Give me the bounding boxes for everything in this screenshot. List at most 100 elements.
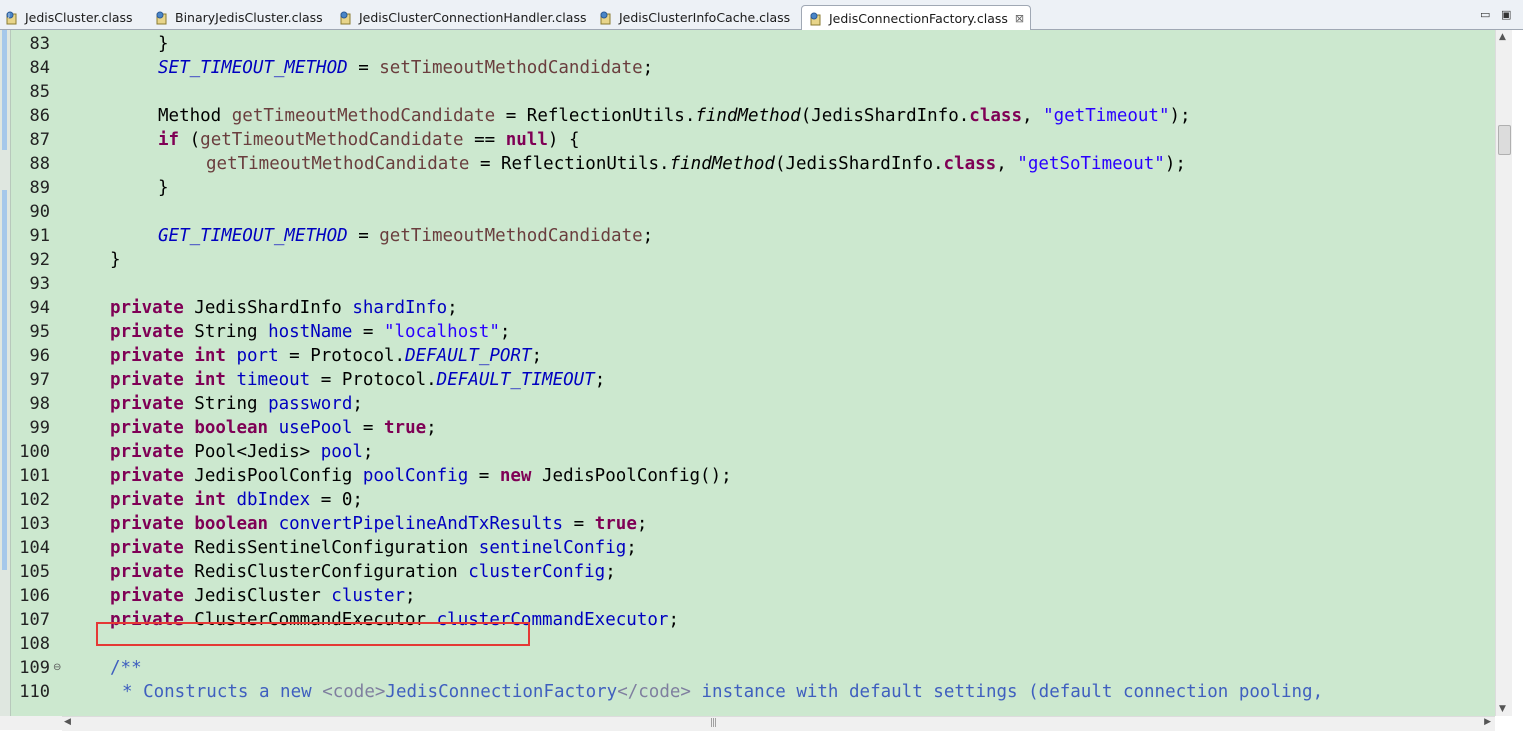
code-token: shardInfo (352, 298, 448, 318)
code-editor[interactable]: 83 84 85 86 87 88 89 90 91 92 93 94 95 96 97 98 99 100 101… (0, 30, 1495, 716)
code-token: Method (158, 106, 232, 126)
maximize-icon[interactable]: ▣ (1501, 8, 1511, 21)
tab-label: JedisClusterInfoCache.class (619, 10, 791, 25)
code-token: findMethod (669, 154, 775, 174)
scroll-left-icon[interactable]: ◀ (64, 717, 71, 727)
change-marker (2, 30, 7, 150)
code-line[interactable]: private int timeout = Protocol.DEFAULT_T… (110, 368, 605, 392)
code-token: JedisConnectionFactory (385, 682, 618, 702)
code-token: * Constructs a new (122, 682, 323, 702)
code-token: convertPipelineAndTxResults (278, 514, 564, 534)
code-token: hostName (268, 322, 353, 342)
code-line[interactable]: getTimeoutMethodCandidate = ReflectionUt… (206, 152, 1186, 176)
code-line[interactable]: private String password; (110, 392, 363, 416)
scroll-up-icon[interactable]: ▲ (1499, 32, 1506, 42)
code-line[interactable]: private boolean usePool = true; (110, 416, 437, 440)
code-token: class (943, 154, 997, 174)
line-number: 104 (19, 538, 50, 558)
code-line[interactable]: } (158, 176, 169, 200)
close-tab-icon[interactable]: ⊠ (1015, 12, 1024, 25)
line-number: 90 (29, 202, 50, 222)
code-token: private (110, 514, 184, 534)
code-line[interactable]: } (110, 248, 121, 272)
code-token: ; (426, 418, 437, 438)
code-token: ; (352, 394, 363, 414)
code-line[interactable]: if (getTimeoutMethodCandidate == null) { (158, 128, 579, 152)
scroll-right-icon[interactable]: ▶ (1484, 717, 1491, 727)
code-line[interactable]: private int port = Protocol.DEFAULT_PORT… (110, 344, 542, 368)
code-line[interactable]: private String hostName = "localhost"; (110, 320, 510, 344)
code-line[interactable]: * Constructs a new <code>JedisConnection… (122, 680, 1323, 704)
code-line[interactable]: SET_TIMEOUT_METHOD = setTimeoutMethodCan… (158, 56, 653, 80)
code-token: (JedisShardInfo. (774, 154, 944, 174)
code-token: cluster (331, 586, 406, 606)
code-token: RedisSentinelConfiguration (183, 538, 479, 558)
tab-jedisclusterconnectionhandler-class[interactable]: JedisClusterConnectionHandler.class (338, 5, 586, 30)
code-token: ; (636, 514, 648, 534)
code-token: boolean (194, 418, 269, 438)
tab-jedisclusterinfocache-class[interactable]: JedisClusterInfoCache.class (598, 5, 790, 30)
code-token: password (268, 394, 353, 414)
line-number: 101 (19, 466, 50, 486)
code-token: Pool<Jedis> (183, 442, 321, 462)
code-area[interactable]: } SET_TIMEOUT_METHOD = setTimeoutMethodCa… (62, 30, 1495, 716)
line-number: 102 (19, 490, 50, 510)
line-number: 97 (29, 370, 50, 390)
scroll-thumb[interactable] (1498, 125, 1511, 155)
code-line[interactable]: private boolean convertPipelineAndTxResu… (110, 512, 647, 536)
code-token: true (384, 418, 427, 438)
code-token: = 0; (310, 490, 363, 510)
code-token: if (158, 130, 180, 150)
code-token: ; (626, 538, 637, 558)
class-file-icon (156, 11, 167, 24)
code-token: String (183, 394, 269, 414)
code-token: = (347, 58, 380, 78)
code-token: } (158, 178, 169, 198)
tab-jediscluster-class[interactable]: J JedisCluster.class (4, 5, 133, 30)
vertical-scrollbar[interactable]: ▲ ▼ (1495, 30, 1512, 716)
scroll-down-icon[interactable]: ▼ (1499, 704, 1506, 714)
code-line[interactable]: } (158, 32, 169, 56)
code-line[interactable]: GET_TIMEOUT_METHOD = getTimeoutMethodCan… (158, 224, 653, 248)
scroll-corner (0, 716, 62, 730)
code-line[interactable]: private RedisClusterConfiguration cluste… (110, 560, 616, 584)
code-token: true (594, 514, 637, 534)
code-token: private (110, 490, 184, 510)
code-line[interactable]: /** (110, 656, 142, 680)
horizontal-scrollbar[interactable]: ◀ ||| ▶ (62, 716, 1495, 731)
class-file-icon (600, 11, 611, 24)
annotation-ruler (0, 30, 11, 716)
fold-toggle-icon[interactable]: ⊖ (53, 656, 61, 680)
line-number: 95 (29, 322, 50, 342)
line-number: 92 (29, 250, 50, 270)
code-token: private (110, 562, 184, 582)
code-token: ( (179, 130, 201, 150)
code-line[interactable]: private RedisSentinelConfiguration senti… (110, 536, 637, 560)
tab-binaryjediscluster-class[interactable]: BinaryJedisCluster.class (154, 5, 323, 30)
tab-jedisconnectionfactory-class[interactable]: JedisConnectionFactory.class ⊠ (801, 5, 1032, 31)
code-token: class (969, 106, 1022, 126)
code-token: pool (320, 442, 363, 462)
code-token: ); (1169, 106, 1191, 126)
code-token: ; (531, 346, 543, 366)
line-number: 106 (19, 586, 50, 606)
code-token: getTimeoutMethodCandidate (231, 106, 496, 126)
code-token: <code> (322, 682, 386, 702)
code-line[interactable]: private Pool<Jedis> pool; (110, 440, 373, 464)
scroll-grip-icon[interactable]: ||| (710, 718, 717, 728)
code-line[interactable]: private JedisCluster cluster; (110, 584, 416, 608)
code-line[interactable]: private JedisPoolConfig poolConfig = new… (110, 464, 732, 488)
code-token: JedisCluster (183, 586, 332, 606)
code-token: , (996, 154, 1018, 174)
line-number: 86 (29, 106, 50, 126)
code-token: JedisShardInfo (183, 298, 353, 318)
code-line[interactable]: Method getTimeoutMethodCandidate = Refle… (158, 104, 1191, 128)
line-number: 83 (29, 34, 50, 54)
minimize-icon[interactable]: ▭ (1480, 8, 1490, 21)
code-line[interactable]: private int dbIndex = 0; (110, 488, 363, 512)
code-token: ; (605, 562, 616, 582)
line-number: 87 (29, 130, 50, 150)
code-line[interactable]: private JedisShardInfo shardInfo; (110, 296, 458, 320)
